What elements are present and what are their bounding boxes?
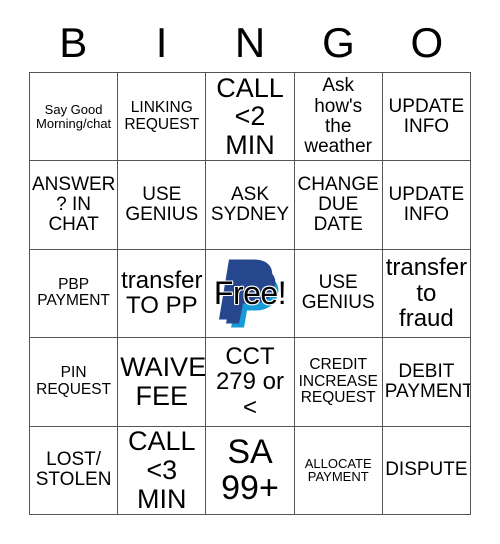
- bingo-cell-label: DISPUTE: [385, 459, 468, 481]
- bingo-cell-r5c5[interactable]: DISPUTE: [382, 426, 471, 515]
- bingo-cell-label: transfer TO PP: [121, 267, 203, 320]
- bingo-cell-label: WAIVE FEE: [120, 352, 207, 411]
- bingo-cell-label: USE GENIUS: [301, 272, 375, 314]
- bingo-cell-r2c4[interactable]: CHANGE DUE DATE: [294, 161, 383, 250]
- bingo-cell-r2c5[interactable]: UPDATE INFO: [382, 161, 471, 250]
- bingo-header-letter-n: N: [234, 19, 266, 66]
- bingo-cell-r2c3[interactable]: ASK SYDNEY: [206, 161, 295, 250]
- bingo-cell-r2c1[interactable]: ANSWER ? IN CHAT: [30, 161, 119, 250]
- bingo-header-row: B I N G O: [29, 14, 471, 72]
- bingo-free-label: Free!: [213, 275, 287, 312]
- bingo-cell-r1c4[interactable]: Ask how's the weather: [294, 73, 383, 162]
- bingo-header-letter-o: O: [410, 19, 444, 66]
- bingo-card: B I N G O Say Good Morning/chat LINKING …: [0, 0, 500, 544]
- bingo-cell-label: ANSWER ? IN CHAT: [32, 173, 116, 236]
- bingo-cell-r1c1[interactable]: Say Good Morning/chat: [30, 73, 119, 162]
- bingo-cell-r4c2[interactable]: WAIVE FEE: [118, 338, 207, 427]
- bingo-cell-label: SA 99+: [221, 433, 279, 508]
- bingo-cell-label: UPDATE INFO: [388, 95, 465, 137]
- bingo-cell-r1c5[interactable]: UPDATE INFO: [382, 73, 471, 162]
- bingo-cell-label: USE GENIUS: [125, 183, 199, 226]
- bingo-cell-label: DEBIT PAYMENT: [384, 360, 471, 402]
- bingo-cell-r4c3[interactable]: CCT 279 or <: [206, 338, 295, 427]
- bingo-cell-r3c2[interactable]: transfer TO PP: [118, 249, 207, 339]
- bingo-cell-label: CREDIT INCREASE REQUEST: [298, 356, 378, 407]
- bingo-cell-r3c5[interactable]: transfer to fraud: [382, 249, 471, 339]
- bingo-cell-r3c1[interactable]: PBP PAYMENT: [30, 249, 119, 339]
- bingo-cell-r5c2[interactable]: CALL <3 MIN: [118, 426, 207, 515]
- bingo-header-letter-b: B: [59, 19, 88, 66]
- bingo-cell-r5c3[interactable]: SA 99+: [206, 426, 295, 515]
- bingo-cell-label: ALLOCATE PAYMENT: [304, 455, 372, 485]
- bingo-cell-label: PIN REQUEST: [36, 364, 112, 398]
- bingo-cell-label: CHANGE DUE DATE: [297, 173, 379, 236]
- bingo-cell-r4c1[interactable]: PIN REQUEST: [30, 338, 119, 427]
- bingo-cell-label: CALL <2 MIN: [216, 73, 284, 160]
- bingo-cell-free-space[interactable]: Free!: [206, 249, 295, 339]
- bingo-cell-r1c3[interactable]: CALL <2 MIN: [206, 73, 295, 162]
- bingo-header-letter-i: I: [155, 19, 168, 66]
- bingo-cell-label: CALL <3 MIN: [128, 426, 196, 514]
- bingo-cell-label: LOST/ STOLEN: [35, 449, 112, 491]
- bingo-cell-r4c4[interactable]: CREDIT INCREASE REQUEST: [294, 338, 383, 427]
- bingo-cell-r5c1[interactable]: LOST/ STOLEN: [30, 426, 119, 515]
- bingo-cell-r5c4[interactable]: ALLOCATE PAYMENT: [294, 426, 383, 515]
- bingo-cell-label: Say Good Morning/chat: [36, 101, 112, 131]
- bingo-cell-label: ASK SYDNEY: [210, 183, 290, 226]
- bingo-grid: Say Good Morning/chat LINKING REQUEST CA…: [29, 72, 471, 515]
- bingo-cell-label: CCT 279 or <: [215, 342, 285, 421]
- bingo-cell-r3c4[interactable]: USE GENIUS: [294, 249, 383, 339]
- bingo-cell-r1c2[interactable]: LINKING REQUEST: [118, 73, 207, 162]
- bingo-cell-r2c2[interactable]: USE GENIUS: [118, 161, 207, 250]
- bingo-cell-label: UPDATE INFO: [388, 183, 465, 226]
- bingo-cell-r4c5[interactable]: DEBIT PAYMENT: [382, 338, 471, 427]
- bingo-cell-label: transfer to fraud: [385, 254, 468, 333]
- bingo-cell-label: PBP PAYMENT: [37, 276, 110, 310]
- bingo-cell-label: LINKING REQUEST: [124, 99, 200, 133]
- bingo-cell-label: Ask how's the weather: [304, 75, 372, 157]
- bingo-header-letter-g: G: [322, 19, 355, 66]
